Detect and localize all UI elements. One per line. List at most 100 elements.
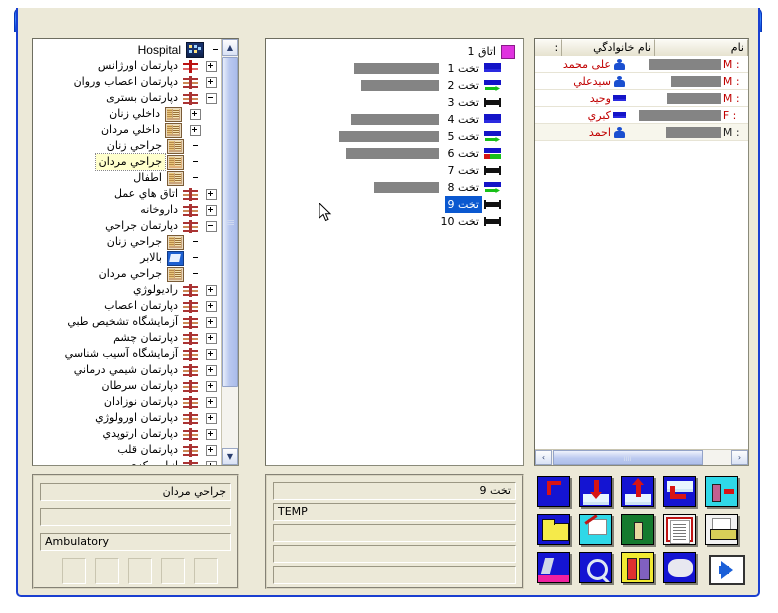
tree-expander-plus-icon[interactable]	[206, 332, 217, 344]
tree-expander-plus-icon[interactable]	[206, 300, 217, 312]
bed-list-panel[interactable]: اتاق 1 تخت 1 تخت 2 تخت 3 تخت 4 تخت 5 تخت 6 تخت …	[265, 38, 524, 466]
grid-scroll-thumb[interactable]	[553, 450, 703, 465]
admit-to-bed-icon[interactable]	[579, 476, 612, 507]
tree-expander-plus-icon[interactable]	[206, 380, 217, 392]
archive-icon[interactable]	[705, 514, 738, 545]
tree-node-22[interactable]: دپارتمان اورولوژي	[36, 410, 221, 426]
bed-list[interactable]: اتاق 1 تخت 1 تخت 2 تخت 3 تخت 4 تخت 5 تخت 6 تخت …	[266, 43, 523, 230]
search-icon[interactable]	[579, 552, 612, 583]
patient-row-3[interactable]: کبري F :	[535, 107, 748, 124]
tree-root-node[interactable]: Hospital	[36, 42, 221, 58]
tree-node-8[interactable]: اتاق هاي عمل	[36, 186, 221, 202]
bed-item-8[interactable]: تخت 8	[266, 179, 523, 196]
tree-node-2[interactable]: دپارتمان بستری	[36, 90, 221, 106]
tree-expander-minus-icon[interactable]	[206, 92, 217, 104]
tree-expander-plus-icon[interactable]	[206, 348, 217, 360]
bed-item-2[interactable]: تخت 2	[266, 77, 523, 94]
tree-node-1[interactable]: دپارتمان اعصاب وروان	[36, 74, 221, 90]
admit-hook-icon[interactable]	[537, 476, 570, 507]
tree-scroll-down-button[interactable]: ▼	[222, 448, 238, 465]
tree-node-6[interactable]: جراحي مردان	[36, 153, 221, 171]
tree-expander-plus-icon[interactable]	[206, 316, 217, 328]
tree-node-0[interactable]: دپارتمان اورژانس	[36, 58, 221, 74]
tree-node-12[interactable]: بالابر	[36, 250, 221, 266]
tree-expander-plus-icon[interactable]	[206, 60, 217, 72]
bed-field-0[interactable]: تخت 9	[273, 482, 516, 500]
tree-scroll-up-button[interactable]: ▲	[222, 39, 238, 56]
tree-node-21[interactable]: دپارتمان نوزادان	[36, 394, 221, 410]
bed-item-5[interactable]: تخت 5	[266, 128, 523, 145]
bed-item-6[interactable]: تخت 6	[266, 145, 523, 162]
ward-field-2[interactable]: Ambulatory	[40, 533, 231, 551]
grid-scroll-left-button[interactable]: ‹	[535, 450, 552, 465]
bed-item-3[interactable]: تخت 3	[266, 94, 523, 111]
tree-expander-plus-icon[interactable]	[206, 428, 217, 440]
report-icon[interactable]	[663, 514, 696, 545]
tree-node-19[interactable]: دپارتمان شيمي درماني	[36, 362, 221, 378]
tree-scroll-thumb[interactable]	[222, 57, 238, 387]
laboratory-icon[interactable]	[537, 552, 570, 583]
department-tree-panel[interactable]: Hospital دپارتمان اورژانس دپارتمان اعصاب و…	[32, 38, 239, 466]
bed-item-10[interactable]: تخت 10	[266, 213, 523, 230]
tree-node-24[interactable]: دپارتمان قلب	[36, 442, 221, 458]
grid-scroll-right-button[interactable]: ›	[731, 450, 748, 465]
discharge-from-bed-icon[interactable]	[621, 476, 654, 507]
tree-node-14[interactable]: راديولوژي	[36, 282, 221, 298]
tree-vertical-scrollbar[interactable]: ▲ ▼	[221, 39, 238, 465]
ward-status-box-0[interactable]	[62, 558, 86, 584]
room-node[interactable]: اتاق 1	[266, 43, 523, 60]
pharmacy-icon[interactable]	[621, 552, 654, 583]
go-next-button[interactable]	[709, 555, 745, 585]
tree-expander-plus-icon[interactable]	[206, 460, 217, 465]
tree-node-17[interactable]: دپارتمان چشم	[36, 330, 221, 346]
bed-item-1[interactable]: تخت 1	[266, 60, 523, 77]
tree-node-13[interactable]: جراحي مردان	[36, 266, 221, 282]
bed-item-9[interactable]: تخت 9	[266, 196, 523, 213]
patient-grid-body[interactable]: علی محمد M : سيدعلي M : وحيد M : کبري F : احمد M …	[535, 56, 748, 449]
tree-node-3[interactable]: داخلي زنان	[36, 106, 221, 122]
tree-node-25[interactable]: انبارمرکزي	[36, 458, 221, 465]
tree-node-18[interactable]: آزمايشگاه آسيب شناسي	[36, 346, 221, 362]
patient-grid-hscrollbar[interactable]: ‹ ›	[535, 449, 748, 465]
ward-status-box-2[interactable]	[128, 558, 152, 584]
tree-expander-plus-icon[interactable]	[206, 284, 217, 296]
tree-expander-plus-icon[interactable]	[206, 396, 217, 408]
tree-expander-plus-icon[interactable]	[206, 364, 217, 376]
bed-transfer-icon[interactable]	[663, 476, 696, 507]
tree-node-16[interactable]: آزمايشگاه تشخيص طبي	[36, 314, 221, 330]
tree-node-7[interactable]: اطفال	[36, 170, 221, 186]
bed-field-4[interactable]	[273, 566, 516, 584]
tree-expander-plus-icon[interactable]	[206, 412, 217, 424]
ward-field-0[interactable]: جراحي مردان	[40, 483, 231, 501]
patient-row-4[interactable]: احمد M :	[535, 124, 748, 141]
tree-expander-plus-icon[interactable]	[190, 108, 201, 120]
bed-field-3[interactable]	[273, 545, 516, 563]
bed-field-1[interactable]: TEMP	[273, 503, 516, 521]
patient-row-0[interactable]: علی محمد M :	[535, 56, 748, 73]
tree-expander-plus-icon[interactable]	[206, 444, 217, 456]
tree-expander-plus-icon[interactable]	[190, 124, 201, 136]
ward-field-1[interactable]	[40, 508, 231, 526]
tree-node-15[interactable]: دپارتمان اعصاب	[36, 298, 221, 314]
bed-field-2[interactable]	[273, 524, 516, 542]
tree-node-23[interactable]: دپارتمان ارتوپدي	[36, 426, 221, 442]
patient-grid-panel[interactable]: نام نام خانوادگي: علی محمد M : سيدعلي M : وحي…	[534, 38, 749, 466]
ward-status-box-3[interactable]	[161, 558, 185, 584]
patient-row-1[interactable]: سيدعلي M :	[535, 73, 748, 90]
tree-expander-plus-icon[interactable]	[206, 204, 217, 216]
tree-node-20[interactable]: دپارتمان سرطان	[36, 378, 221, 394]
patient-row-2[interactable]: وحيد M :	[535, 90, 748, 107]
tree-expander-minus-icon[interactable]	[206, 220, 217, 232]
write-note-icon[interactable]	[579, 514, 612, 545]
grid-column-header-family[interactable]: نام خانوادگي	[562, 39, 656, 56]
bed-item-4[interactable]: تخت 4	[266, 111, 523, 128]
department-tree[interactable]: Hospital دپارتمان اورژانس دپارتمان اعصاب و…	[33, 39, 221, 465]
grid-column-header-sex[interactable]: :	[535, 39, 563, 56]
tree-node-4[interactable]: داخلي مردان	[36, 122, 221, 138]
ward-status-box-1[interactable]	[95, 558, 119, 584]
bed-item-7[interactable]: تخت 7	[266, 162, 523, 179]
tree-node-9[interactable]: داروخانه	[36, 202, 221, 218]
tree-expander-plus-icon[interactable]	[206, 188, 217, 200]
ward-status-box-4[interactable]	[194, 558, 218, 584]
tree-node-11[interactable]: جراحي زنان	[36, 234, 221, 250]
